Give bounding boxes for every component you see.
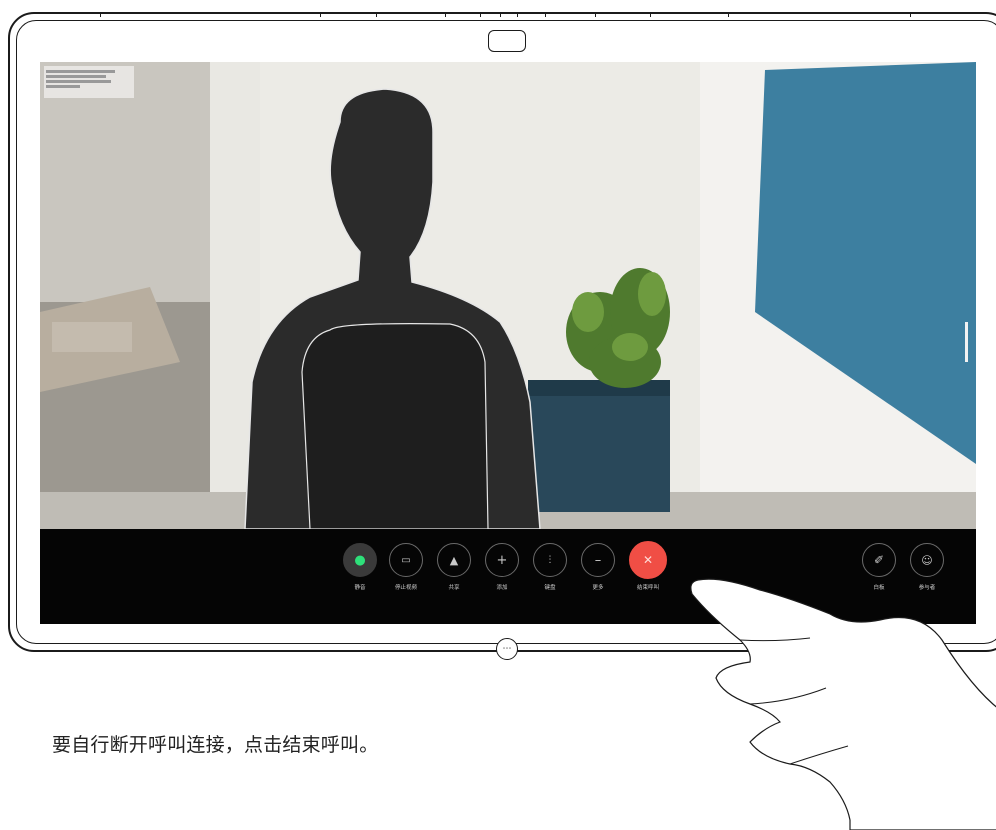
frame-tick	[595, 13, 596, 17]
frame-tick	[480, 13, 481, 17]
frame-tick	[100, 13, 101, 17]
frame-tick	[517, 13, 518, 17]
frame-tick	[545, 13, 546, 17]
control-label: 更多	[592, 585, 604, 591]
camera-icon: ▭	[401, 554, 411, 566]
camera-notch	[488, 30, 526, 52]
keypad-button[interactable]: ⋮	[533, 543, 567, 577]
participants-icon: ☺	[921, 553, 933, 567]
add-button[interactable]: +	[485, 543, 519, 577]
more-icon: –	[594, 552, 602, 568]
keypad-icon: ⋮	[545, 555, 555, 565]
control-label: 停止视频	[394, 585, 417, 591]
video-info-overlay	[44, 66, 134, 98]
frame-tick	[376, 13, 377, 17]
frame-tick	[320, 13, 321, 17]
stop-video-button[interactable]: ▭	[389, 543, 423, 577]
instruction-caption: 要自行断开呼叫连接，点击结束呼叫。	[52, 734, 379, 756]
share-icon: ▲	[449, 553, 459, 567]
microphone-icon: ●	[354, 552, 366, 568]
share-button[interactable]: ▲	[437, 543, 471, 577]
microphone-button[interactable]: ●	[343, 543, 377, 577]
control-label: 共享	[448, 585, 460, 591]
control-label: 键盘	[544, 585, 556, 591]
video-feed	[40, 62, 976, 529]
plus-icon: +	[496, 552, 508, 568]
control-label: 添加	[496, 585, 508, 591]
edit-icon: ✐	[873, 553, 885, 567]
end-call-icon: ✕	[642, 553, 654, 567]
frame-tick	[650, 13, 651, 17]
control-label: 结束呼叫	[636, 585, 659, 591]
frame-tick	[500, 13, 501, 17]
more-button[interactable]: –	[581, 543, 615, 577]
frame-tick	[728, 13, 729, 17]
control-label: 静音	[354, 585, 366, 591]
screen: ● 静音 ▭ 停止视频 ▲ 共享 + 添加 ⋮ 键盘 – 更多 ✕ 结束呼叫 ✐	[40, 62, 976, 624]
end-call-button[interactable]: ✕	[629, 541, 667, 579]
home-button[interactable]: ⋯	[496, 638, 518, 660]
frame-tick	[910, 13, 911, 17]
frame-tick	[445, 13, 446, 17]
pointing-hand-illustration	[690, 578, 996, 830]
grid-icon: ⋯	[502, 644, 512, 654]
